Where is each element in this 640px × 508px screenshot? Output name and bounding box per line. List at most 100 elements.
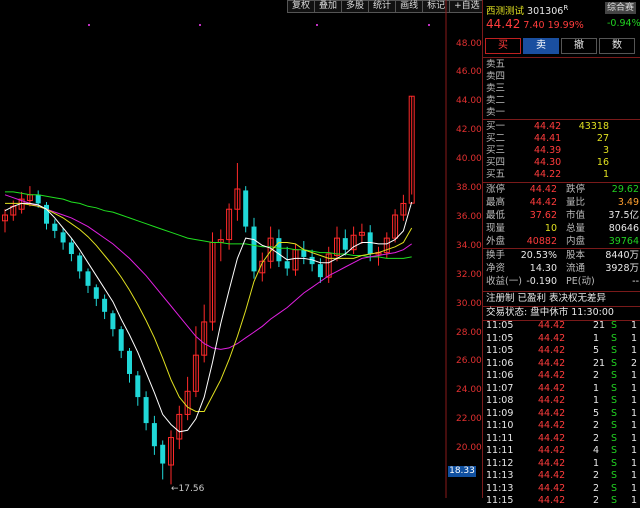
- tick-row: 11:11 44.42 4 S 1: [486, 445, 640, 458]
- candle-down: [342, 238, 348, 250]
- candle-down: [35, 194, 41, 204]
- tick-price: 44.42: [538, 395, 566, 406]
- tick-time: 11:09: [486, 407, 514, 419]
- tick-price: 44.42: [538, 407, 566, 419]
- candlestick-plot[interactable]: [0, 0, 482, 498]
- tick-row: 11:15 44.42 2 S 1: [486, 495, 640, 508]
- tick-time: 11:06: [486, 370, 514, 381]
- y-tick-label: 32.00: [456, 269, 482, 280]
- tick-price: 44.42: [538, 345, 566, 356]
- price-change: 7.40: [523, 20, 545, 31]
- tick-side: S: [611, 332, 618, 344]
- tick-side: S: [611, 432, 618, 444]
- tick-price: 44.42: [538, 382, 566, 394]
- price-row: 44.42 7.40 19.99% -0.94%: [486, 17, 640, 31]
- tick-price: 44.42: [538, 332, 566, 344]
- stat-value: 3.49: [617, 197, 639, 208]
- query-button[interactable]: 数: [599, 38, 635, 54]
- tick-volume: 2: [593, 370, 600, 381]
- bid-level[interactable]: 买一 44.42 43318: [486, 121, 639, 133]
- stat-row: 最高 44.42 量比 3.49: [486, 197, 639, 209]
- last-price: 44.42: [486, 17, 521, 31]
- tick-side: S: [611, 457, 618, 469]
- bid-volume: 1: [602, 169, 609, 180]
- buy-button[interactable]: 买: [485, 38, 521, 54]
- tick-time: 11:10: [486, 420, 514, 431]
- tick-volume: 4: [593, 445, 600, 456]
- tick-side: S: [611, 420, 618, 431]
- tick-count: 1: [631, 320, 638, 331]
- stat-value: 10: [544, 223, 557, 234]
- y-tick-label: 34.00: [456, 240, 482, 251]
- tick-price: 44.42: [538, 495, 566, 506]
- tick-row: 11:08 44.42 1 S 1: [486, 395, 640, 408]
- stat-row: 涨停 44.42 跌停 29.62: [486, 184, 639, 196]
- current-price-tag: 18.33: [448, 466, 476, 477]
- index-name[interactable]: 综合赛: [605, 2, 637, 14]
- stat-row: 收益(一) -0.190 PE(动) --: [486, 276, 639, 288]
- stat-row: 外盘 40882 内盘 39764: [486, 236, 639, 248]
- y-tick-label: 38.00: [456, 183, 482, 193]
- tick-volume: 5: [593, 407, 600, 419]
- tick-count: 2: [631, 357, 638, 369]
- tick-price: 44.42: [538, 420, 566, 431]
- tick-count: 1: [631, 382, 638, 394]
- stat-label: 最高: [486, 197, 506, 208]
- bid-level[interactable]: 买二 44.41 27: [486, 133, 639, 145]
- tick-volume: 2: [593, 470, 600, 481]
- cancel-button[interactable]: 撤: [561, 38, 597, 54]
- tick-count: 1: [631, 420, 638, 431]
- tick-price: 44.42: [538, 370, 566, 381]
- tick-side: S: [611, 407, 618, 419]
- tick-time: 11:06: [486, 357, 514, 369]
- candle-down: [143, 397, 149, 424]
- tick-volume: 1: [593, 457, 600, 469]
- tick-volume: 2: [593, 482, 600, 494]
- stat-value: 20.53%: [520, 250, 557, 261]
- bid-label: 买四: [486, 157, 506, 168]
- tick-count: 1: [631, 395, 638, 406]
- stock-name: 西测测试: [486, 6, 525, 18]
- tick-count: 1: [631, 407, 638, 419]
- tick-count: 1: [631, 445, 638, 456]
- tick-time: 11:08: [486, 395, 514, 406]
- tick-volume: 5: [593, 345, 600, 356]
- tick-price: 44.42: [538, 482, 566, 494]
- stat-label: 跌停: [566, 184, 586, 195]
- tick-time: 11:05: [486, 320, 514, 331]
- divider: [483, 248, 640, 249]
- tick-time: 11:07: [486, 382, 514, 394]
- kline-chart[interactable]: 复权叠加多股统计画线标记+自选返回 48.0046.0044.0042.0040…: [0, 0, 512, 498]
- stat-label: 量比: [566, 197, 586, 208]
- sell-button[interactable]: 卖: [523, 38, 559, 54]
- stat-value: 29.62: [611, 184, 639, 195]
- tick-time: 11:15: [486, 495, 514, 506]
- stock-header: 西测测试 301306R 综合赛: [486, 2, 639, 18]
- quote-panel: 西测测试 301306R 综合赛 44.42 7.40 19.99% -0.94…: [482, 0, 640, 506]
- bid-label: 买一: [486, 121, 506, 132]
- tick-volume: 21: [593, 320, 606, 331]
- bid-price: 44.41: [534, 133, 562, 144]
- bid-level[interactable]: 买四 44.30 16: [486, 157, 639, 169]
- divider: [483, 57, 640, 58]
- bid-price: 44.22: [534, 169, 562, 180]
- bid-level[interactable]: 买三 44.39 3: [486, 145, 639, 157]
- bid-level[interactable]: 买五 44.22 1: [486, 169, 639, 181]
- stock-flag: R: [563, 4, 569, 12]
- candle-down: [151, 423, 157, 447]
- tick-row: 11:09 44.42 5 S 1: [486, 408, 640, 421]
- tick-price: 44.42: [538, 445, 566, 456]
- tick-price: 44.42: [538, 357, 566, 369]
- tick-row: 11:12 44.42 1 S 1: [486, 458, 640, 471]
- candle-down: [284, 261, 290, 269]
- stat-label: 市值: [566, 210, 586, 221]
- tick-row: 11:05 44.42 21 S 1: [486, 320, 640, 333]
- bid-volume: 27: [596, 133, 609, 144]
- y-tick-label: 42.00: [456, 125, 482, 136]
- y-tick-label: 20.00: [456, 443, 482, 454]
- tick-row: 11:07 44.42 1 S 1: [486, 383, 640, 396]
- y-tick-label: 40.00: [456, 154, 482, 165]
- candle-down: [60, 232, 66, 243]
- stat-row: 最低 37.62 市值 37.5亿: [486, 210, 639, 222]
- tick-count: 1: [631, 332, 638, 344]
